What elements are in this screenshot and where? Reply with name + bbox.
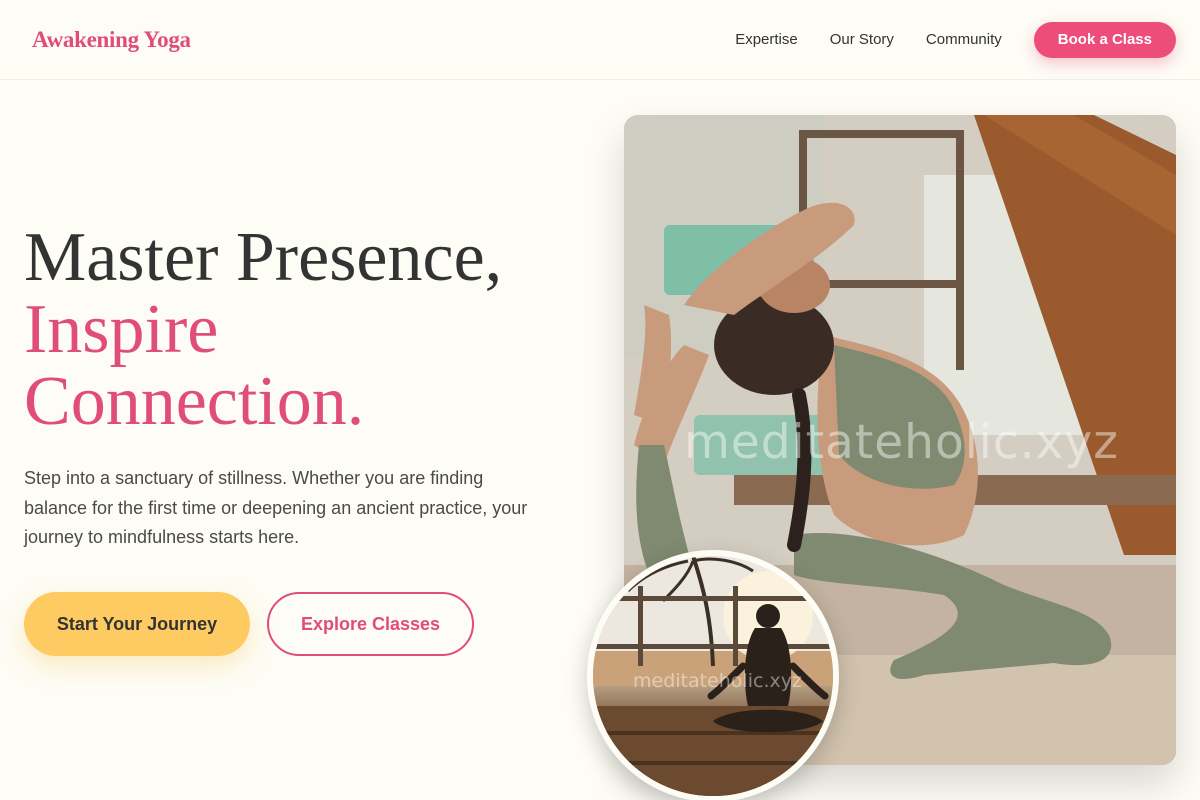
hero-title: Master Presence, Inspire Connection.: [24, 222, 584, 438]
inset-photo-meditation: meditateholic.xyz: [587, 550, 839, 800]
main-photo-watermark: meditateholic.xyz: [684, 415, 1119, 470]
site-header: Awakening Yoga Expertise Our Story Commu…: [0, 0, 1200, 80]
inset-photo-watermark: meditateholic.xyz: [633, 670, 802, 692]
book-class-button[interactable]: Book a Class: [1033, 21, 1176, 58]
hero-description: Step into a sanctuary of stillness. Whet…: [24, 468, 528, 547]
site-logo[interactable]: Awakening Yoga: [32, 27, 191, 53]
nav-link-our-story[interactable]: Our Story: [830, 31, 894, 48]
start-journey-button[interactable]: Start Your Journey: [24, 592, 250, 656]
main-nav: Expertise Our Story Community Book a Cla…: [735, 21, 1176, 58]
hero-title-line-3: Connection.: [24, 363, 365, 440]
hero-title-line-2: Inspire: [24, 291, 219, 368]
explore-classes-button[interactable]: Explore Classes: [267, 592, 474, 656]
nav-link-expertise[interactable]: Expertise: [735, 31, 798, 48]
hero-title-line-1: Master Presence,: [24, 219, 503, 296]
nav-link-community[interactable]: Community: [926, 31, 1002, 48]
